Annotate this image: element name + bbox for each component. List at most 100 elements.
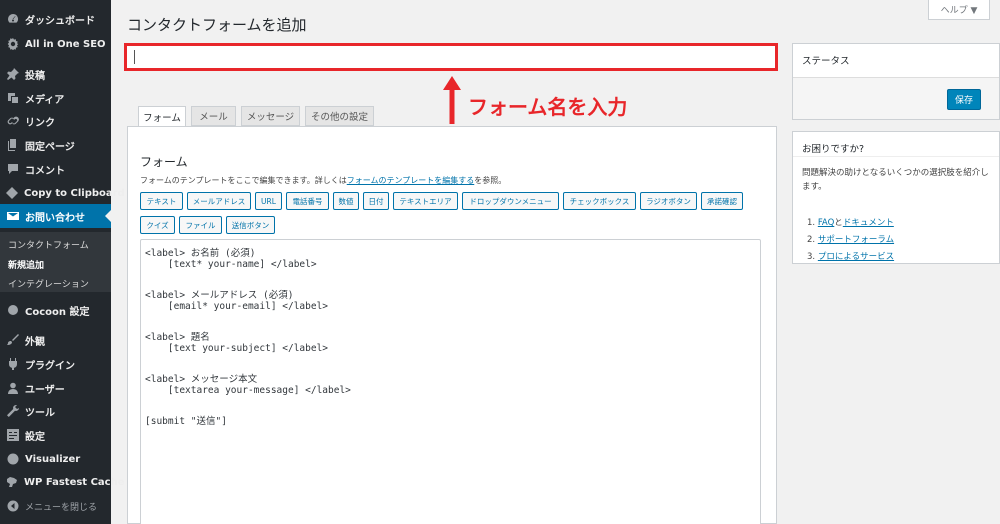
collapse-menu-button[interactable]: メニューを閉じる bbox=[0, 494, 111, 518]
admin-sidebar: ダッシュボード All in One SEO 投稿 メディア リンク 固定ページ… bbox=[0, 0, 125, 524]
sidebar-item-label: Cocoon 設定 bbox=[25, 306, 90, 318]
tag-button-quiz[interactable]: クイズ bbox=[140, 216, 175, 234]
link-icon bbox=[6, 115, 19, 128]
sidebar-item-cocoon-settings[interactable]: Cocoon 設定 bbox=[0, 298, 111, 322]
tag-button-email[interactable]: メールアドレス bbox=[187, 192, 251, 210]
circle-icon bbox=[6, 304, 19, 317]
page-title: コンタクトフォームを追加 bbox=[127, 16, 307, 34]
sidebar-item-label: 外観 bbox=[25, 336, 45, 348]
status-box: ステータス 保存 bbox=[792, 43, 1000, 120]
sidebar-item-label: 固定ページ bbox=[25, 141, 75, 153]
sidebar-item-label: リンク bbox=[25, 117, 55, 129]
tab-other-settings[interactable]: その他の設定 bbox=[305, 106, 374, 126]
visualizer-icon bbox=[6, 453, 19, 466]
gear-icon bbox=[6, 38, 19, 51]
list-number: 3. bbox=[807, 252, 816, 262]
help-box-title: お困りですか? bbox=[802, 144, 865, 155]
sidebar-item-plugins[interactable]: プラグイン bbox=[0, 352, 111, 376]
sidebar-item-label: ツール bbox=[25, 407, 55, 419]
sidebar-item-label: WP Fastest Cache bbox=[24, 476, 125, 488]
tag-button-file[interactable]: ファイル bbox=[179, 216, 222, 234]
sidebar-item-copy-to-clipboard[interactable]: Copy to Clipboard bbox=[0, 181, 125, 205]
sidebar-item-media[interactable]: メディア bbox=[0, 86, 111, 110]
dashboard-icon bbox=[6, 13, 19, 26]
sidebar-item-label: メニューを閉じる bbox=[25, 502, 98, 513]
help-list-item: 2. サポートフォーラム bbox=[807, 233, 894, 245]
form-template-textarea[interactable]: <label> お名前 (必須) [text* your-name] </lab… bbox=[140, 239, 761, 524]
submenu-add-new[interactable]: 新規追加 bbox=[8, 258, 44, 271]
code-line: [submit "送信"] bbox=[145, 416, 227, 427]
tag-button-textarea[interactable]: テキストエリア bbox=[393, 192, 458, 210]
user-icon bbox=[6, 382, 19, 395]
form-editor-panel: フォーム フォームのテンプレートをここで編集できます。詳しくはフォームのテンプレ… bbox=[127, 126, 777, 524]
list-number: 1. bbox=[807, 218, 816, 228]
pin-icon bbox=[6, 68, 19, 81]
code-line: <label> 題名 bbox=[145, 332, 210, 343]
wrench-icon bbox=[6, 405, 19, 418]
tag-button-text[interactable]: テキスト bbox=[140, 192, 183, 210]
tag-button-tel[interactable]: 電話番号 bbox=[286, 192, 329, 210]
sidebar-item-users[interactable]: ユーザー bbox=[0, 376, 111, 400]
sidebar-item-tools[interactable]: ツール bbox=[0, 399, 111, 423]
sidebar-item-links[interactable]: リンク bbox=[0, 109, 111, 133]
media-icon bbox=[6, 92, 19, 105]
diamond-icon bbox=[6, 187, 18, 200]
help-list-item: 1. FAQとドキュメント bbox=[807, 216, 894, 228]
sidebar-item-contact[interactable]: お問い合わせ bbox=[0, 204, 111, 228]
brush-icon bbox=[6, 334, 19, 347]
tag-button-date[interactable]: 日付 bbox=[363, 192, 389, 210]
mail-icon bbox=[6, 210, 19, 223]
conjunction-text: と bbox=[834, 218, 843, 228]
help-box-description: 問題解決の助けとなるいくつかの選択肢を紹介します。 bbox=[802, 168, 989, 192]
sidebar-item-label: メディア bbox=[25, 94, 65, 106]
sidebar-item-label: プラグイン bbox=[25, 360, 75, 372]
sidebar-item-wp-fastest-cache[interactable]: WP Fastest Cache bbox=[0, 470, 124, 494]
sidebar-item-settings[interactable]: 設定 bbox=[0, 423, 111, 447]
sidebar-item-posts[interactable]: 投稿 bbox=[0, 62, 111, 86]
desc-prefix: フォームのテンプレートをここで編集できます。詳しくは bbox=[140, 176, 347, 185]
form-title-input[interactable] bbox=[124, 43, 778, 71]
sidebar-item-label: ダッシュボード bbox=[25, 15, 95, 27]
annotation-label: フォーム名を入力 bbox=[468, 95, 628, 119]
sidebar-item-all-in-one-seo[interactable]: All in One SEO bbox=[0, 32, 111, 56]
help-list-item: 3. プロによるサービス bbox=[807, 250, 894, 262]
sidebar-item-comments[interactable]: コメント bbox=[0, 157, 111, 181]
settings-icon bbox=[6, 429, 19, 442]
contact-submenu: コンタクトフォーム 新規追加 インテグレーション bbox=[0, 232, 111, 292]
tag-button-submit[interactable]: 送信ボタン bbox=[226, 216, 275, 234]
sidebar-item-label: お問い合わせ bbox=[25, 212, 85, 224]
tab-mail[interactable]: メール bbox=[191, 106, 236, 126]
panel-heading: フォーム bbox=[140, 155, 188, 169]
submenu-integration[interactable]: インテグレーション bbox=[8, 277, 89, 290]
code-line: [email* your-email] </label> bbox=[145, 301, 329, 312]
sidebar-item-dashboard[interactable]: ダッシュボード bbox=[0, 7, 111, 31]
tag-button-acceptance[interactable]: 承諾確認 bbox=[701, 192, 743, 210]
sidebar-item-visualizer[interactable]: Visualizer bbox=[0, 447, 111, 471]
sidebar-item-label: All in One SEO bbox=[25, 38, 106, 50]
code-line: [text* your-name] </label> bbox=[145, 259, 317, 270]
comment-icon bbox=[6, 163, 19, 176]
code-line: [text your-subject] </label> bbox=[145, 343, 329, 354]
tab-form[interactable]: フォーム bbox=[138, 106, 186, 127]
pro-services-link[interactable]: プロによるサービス bbox=[818, 252, 894, 262]
page-icon bbox=[6, 139, 19, 152]
edit-template-link[interactable]: フォームのテンプレートを編集する bbox=[347, 176, 475, 185]
docs-link[interactable]: ドキュメント bbox=[843, 218, 894, 228]
sidebar-item-pages[interactable]: 固定ページ bbox=[0, 133, 111, 157]
sidebar-item-appearance[interactable]: 外観 bbox=[0, 328, 111, 352]
save-button[interactable]: 保存 bbox=[947, 89, 981, 110]
panel-description: フォームのテンプレートをここで編集できます。詳しくはフォームのテンプレートを編集… bbox=[140, 175, 506, 186]
faq-link[interactable]: FAQ bbox=[818, 218, 834, 228]
tag-button-radio[interactable]: ラジオボタン bbox=[640, 192, 697, 210]
support-forum-link[interactable]: サポートフォーラム bbox=[818, 235, 894, 245]
tag-button-number[interactable]: 数値 bbox=[333, 192, 359, 210]
active-indicator bbox=[105, 210, 111, 222]
help-tab-button[interactable]: ヘルプ ▼ bbox=[928, 0, 990, 20]
status-box-title: ステータス bbox=[802, 56, 850, 67]
tag-button-dropdown[interactable]: ドロップダウンメニュー bbox=[462, 192, 559, 210]
tag-button-checkbox[interactable]: チェックボックス bbox=[563, 192, 636, 210]
tag-button-url[interactable]: URL bbox=[255, 192, 282, 210]
tab-messages[interactable]: メッセージ bbox=[241, 106, 300, 126]
divider bbox=[793, 156, 999, 157]
submenu-contact-forms[interactable]: コンタクトフォーム bbox=[8, 238, 89, 251]
